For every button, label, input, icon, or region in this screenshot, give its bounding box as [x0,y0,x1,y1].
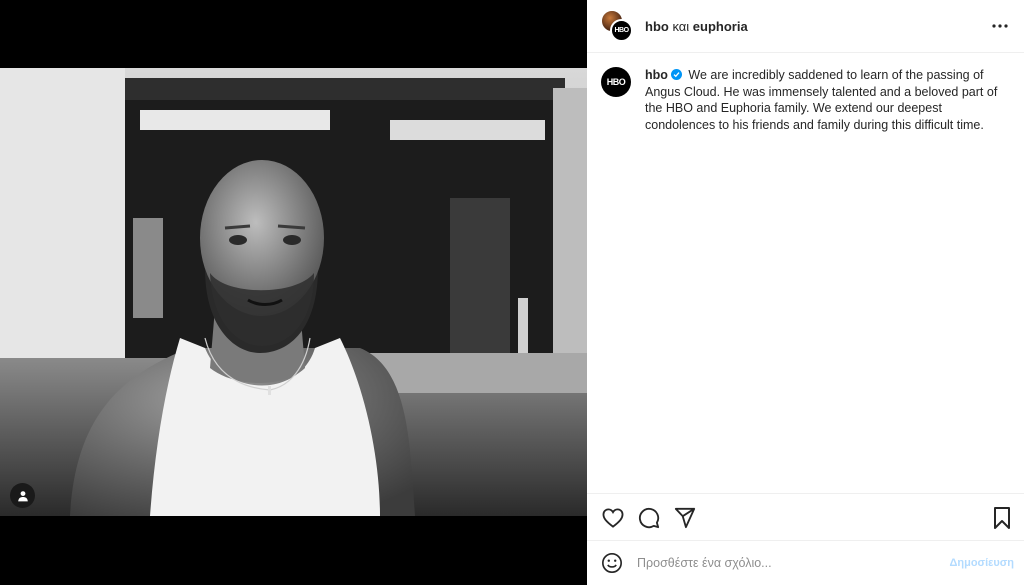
share-button[interactable] [673,506,697,530]
post-caption: hbo We are incredibly saddened to learn … [645,67,1008,133]
instagram-post-modal: HBO hbo και euphoria HBO hbo We are incr… [0,0,1024,585]
caption-avatar[interactable]: HBO [601,67,631,97]
more-options-button[interactable] [988,14,1012,38]
post-media-pane [0,0,587,585]
user-tag-button[interactable] [10,483,35,508]
add-comment-bar: Δημοσίευση [587,540,1024,585]
caption-section: HBO hbo We are incredibly saddened to le… [587,53,1024,493]
comment-bubble-icon [638,507,660,528]
post-photo[interactable] [0,68,587,516]
verified-badge-icon [670,69,682,80]
post-comment-button[interactable]: Δημοσίευση [949,557,1014,569]
post-photo-image [0,68,587,516]
header-username-euphoria[interactable]: euphoria [693,19,748,34]
collab-avatar-hbo: HBO [610,19,633,42]
post-details-panel: HBO hbo και euphoria HBO hbo We are incr… [587,0,1024,585]
post-actions-bar [587,493,1024,541]
post-header: HBO hbo και euphoria [587,0,1024,53]
caption-avatar-text: HBO [606,77,626,87]
header-conjunction: και [668,18,693,34]
save-button[interactable] [990,506,1014,530]
paper-plane-icon [674,507,696,528]
more-horizontal-icon [992,24,1008,28]
like-button[interactable] [601,506,625,530]
emoji-smile-icon [602,553,622,573]
heart-icon [602,507,624,528]
collab-avatars[interactable]: HBO [601,10,633,42]
caption-text: We are incredibly saddened to learn of t… [645,68,998,132]
caption-username[interactable]: hbo [645,68,668,82]
avatar-logo-text: HBO [614,27,629,34]
comment-button[interactable] [637,506,661,530]
bookmark-icon [994,506,1010,529]
user-tag-icon [17,490,28,501]
header-username-hbo[interactable]: hbo [645,19,669,34]
collab-title: hbo και euphoria [645,19,988,34]
comment-input[interactable] [637,556,950,570]
emoji-button[interactable] [601,552,623,574]
